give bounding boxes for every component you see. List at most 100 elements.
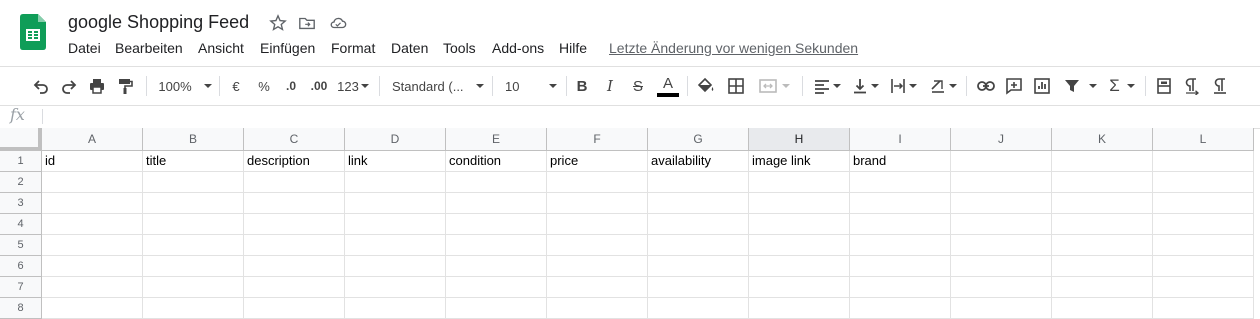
cell-h5[interactable] — [749, 235, 850, 256]
column-header-i[interactable]: I — [850, 128, 951, 151]
text-color-button[interactable]: A — [656, 75, 680, 97]
cell-f8[interactable] — [547, 298, 648, 319]
cell-h4[interactable] — [749, 214, 850, 235]
fill-color-icon[interactable] — [696, 75, 716, 97]
cell-c5[interactable] — [244, 235, 345, 256]
cell-l6[interactable] — [1153, 256, 1254, 277]
menu-bearbeiten[interactable]: Bearbeiten — [115, 40, 183, 56]
row-header-2[interactable]: 2 — [0, 172, 42, 193]
cell-i8[interactable] — [850, 298, 951, 319]
cell-h6[interactable] — [749, 256, 850, 277]
cell-f2[interactable] — [547, 172, 648, 193]
cell-a3[interactable] — [42, 193, 143, 214]
functions-button[interactable]: Σ — [1106, 75, 1138, 97]
column-header-k[interactable]: K — [1052, 128, 1153, 151]
cell-l3[interactable] — [1153, 193, 1254, 214]
cell-d5[interactable] — [345, 235, 446, 256]
column-header-b[interactable]: B — [143, 128, 244, 151]
cell-b6[interactable] — [143, 256, 244, 277]
paint-format-icon[interactable] — [114, 75, 136, 97]
strikethrough-button[interactable]: S — [629, 75, 647, 97]
column-header-c[interactable]: C — [244, 128, 345, 151]
cell-j5[interactable] — [951, 235, 1052, 256]
cell-k3[interactable] — [1052, 193, 1153, 214]
cell-g6[interactable] — [648, 256, 749, 277]
more-formats-button[interactable]: 123 — [337, 75, 369, 97]
cell-b4[interactable] — [143, 214, 244, 235]
cell-k7[interactable] — [1052, 277, 1153, 298]
cell-i7[interactable] — [850, 277, 951, 298]
rtl-paragraph-icon[interactable] — [1209, 75, 1231, 97]
cell-c1[interactable]: description — [244, 151, 345, 172]
cell-d3[interactable] — [345, 193, 446, 214]
print-icon[interactable] — [86, 75, 108, 97]
cell-j8[interactable] — [951, 298, 1052, 319]
document-title[interactable]: google Shopping Feed — [68, 12, 249, 33]
cell-e1[interactable]: condition — [446, 151, 547, 172]
font-size-select[interactable]: 10 — [505, 75, 557, 97]
menu-add-ons[interactable]: Add-ons — [492, 40, 544, 56]
cell-d7[interactable] — [345, 277, 446, 298]
cell-f7[interactable] — [547, 277, 648, 298]
cell-a2[interactable] — [42, 172, 143, 193]
ltr-paragraph-icon[interactable] — [1181, 75, 1203, 97]
cell-e5[interactable] — [446, 235, 547, 256]
vertical-align-bottom-icon[interactable] — [848, 75, 882, 97]
cell-k5[interactable] — [1052, 235, 1153, 256]
cell-a4[interactable] — [42, 214, 143, 235]
cell-d8[interactable] — [345, 298, 446, 319]
cell-l7[interactable] — [1153, 277, 1254, 298]
align-left-icon[interactable] — [810, 75, 844, 97]
cell-a7[interactable] — [42, 277, 143, 298]
italic-button[interactable]: I — [601, 75, 619, 97]
decrease-decimals-button[interactable]: .0 — [281, 75, 301, 97]
column-header-f[interactable]: F — [547, 128, 648, 151]
redo-icon[interactable] — [58, 75, 80, 97]
cell-f6[interactable] — [547, 256, 648, 277]
cell-d6[interactable] — [345, 256, 446, 277]
cell-k6[interactable] — [1052, 256, 1153, 277]
cell-c6[interactable] — [244, 256, 345, 277]
cell-k1[interactable] — [1052, 151, 1153, 172]
column-header-h[interactable]: H — [749, 128, 850, 151]
cell-b5[interactable] — [143, 235, 244, 256]
cell-f1[interactable]: price — [547, 151, 648, 172]
cell-j2[interactable] — [951, 172, 1052, 193]
column-header-d[interactable]: D — [345, 128, 446, 151]
row-header-3[interactable]: 3 — [0, 193, 42, 214]
column-header-g[interactable]: G — [648, 128, 749, 151]
cell-g5[interactable] — [648, 235, 749, 256]
cell-e8[interactable] — [446, 298, 547, 319]
cell-i1[interactable]: brand — [850, 151, 951, 172]
filter-icon[interactable] — [1060, 75, 1100, 97]
row-header-5[interactable]: 5 — [0, 235, 42, 256]
insert-comment-icon[interactable] — [1003, 75, 1025, 97]
cell-c2[interactable] — [244, 172, 345, 193]
cell-d2[interactable] — [345, 172, 446, 193]
cell-i3[interactable] — [850, 193, 951, 214]
cell-d4[interactable] — [345, 214, 446, 235]
borders-icon[interactable] — [726, 75, 746, 97]
cell-f3[interactable] — [547, 193, 648, 214]
cell-k4[interactable] — [1052, 214, 1153, 235]
cell-a6[interactable] — [42, 256, 143, 277]
cell-k2[interactable] — [1052, 172, 1153, 193]
cell-h3[interactable] — [749, 193, 850, 214]
cell-c7[interactable] — [244, 277, 345, 298]
formula-bar[interactable]: fx — [0, 104, 1260, 129]
menu-tools[interactable]: Tools — [443, 40, 476, 56]
cell-b1[interactable]: title — [143, 151, 244, 172]
cloud-saved-icon[interactable] — [329, 14, 347, 32]
cell-j1[interactable] — [951, 151, 1052, 172]
row-header-1[interactable]: 1 — [0, 151, 42, 172]
cell-e6[interactable] — [446, 256, 547, 277]
undo-icon[interactable] — [30, 75, 52, 97]
cell-e3[interactable] — [446, 193, 547, 214]
cell-b3[interactable] — [143, 193, 244, 214]
star-icon[interactable] — [269, 14, 287, 32]
menu-datei[interactable]: Datei — [68, 40, 101, 56]
cell-g2[interactable] — [648, 172, 749, 193]
bold-button[interactable]: B — [573, 75, 591, 97]
cell-h1[interactable]: image link — [749, 151, 850, 172]
cell-l8[interactable] — [1153, 298, 1254, 319]
